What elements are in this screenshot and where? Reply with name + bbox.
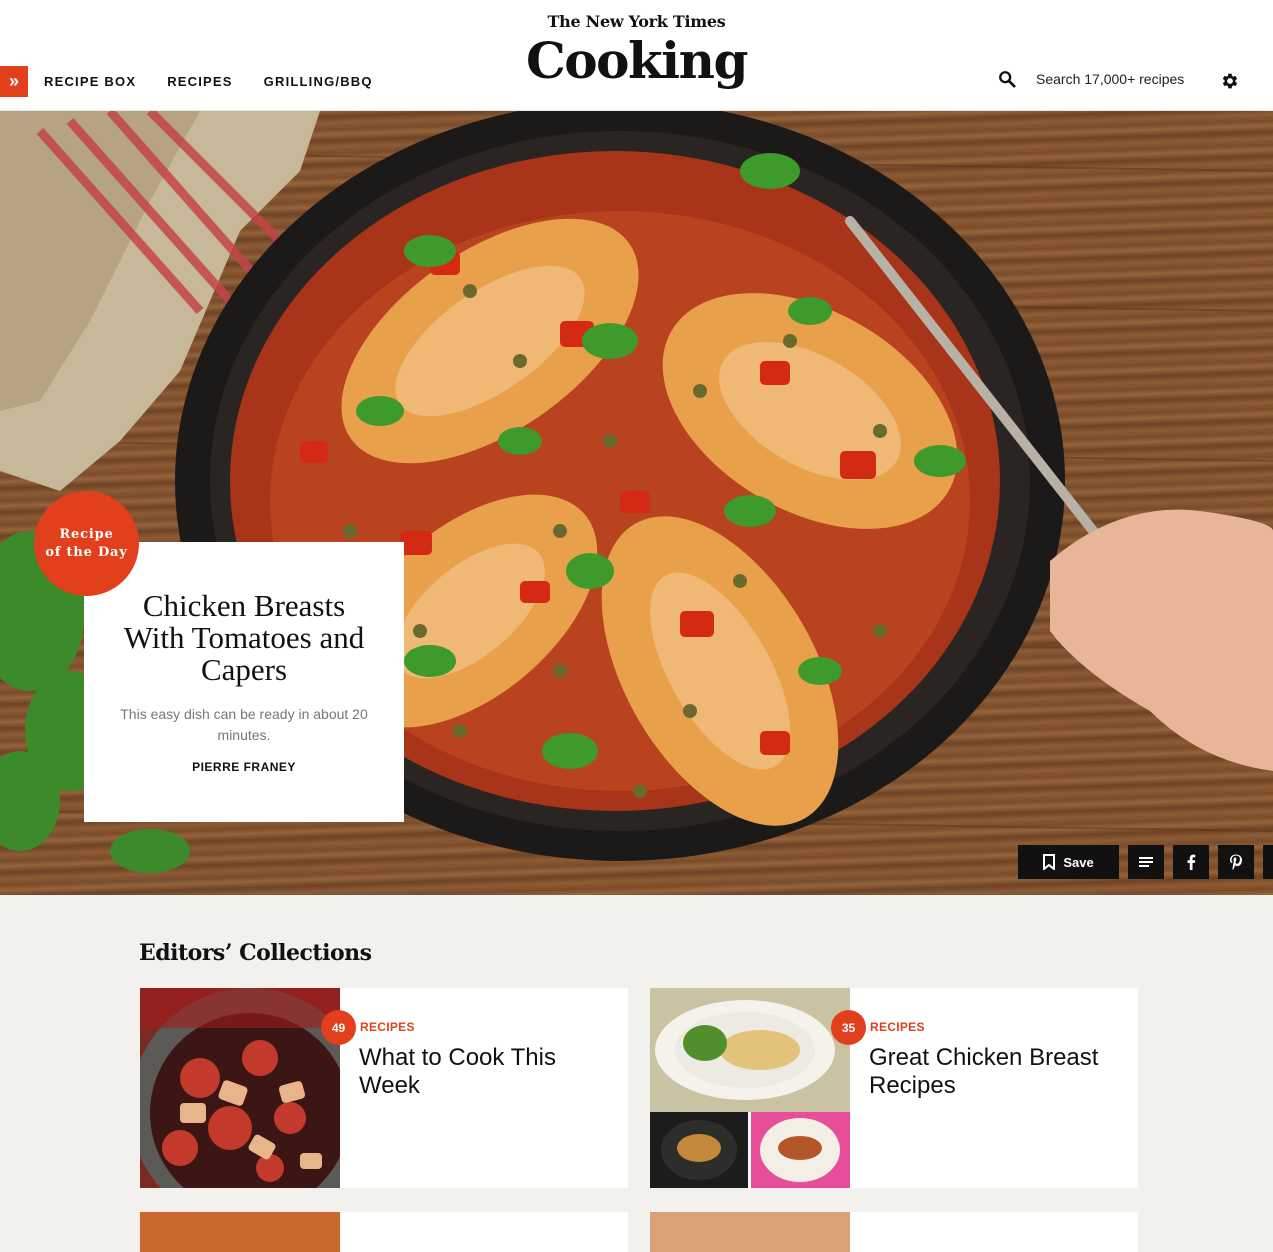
recipe-of-the-day-card[interactable]: Chicken Breasts With Tomatoes and Capers… xyxy=(84,542,404,822)
collection-card[interactable] xyxy=(650,1212,1138,1252)
recipe-title[interactable]: Chicken Breasts With Tomatoes and Capers xyxy=(110,590,378,686)
recipe-count-badge: 49 xyxy=(321,1010,356,1045)
search-input[interactable]: Search 17,000+ recipes xyxy=(1036,71,1184,87)
pinterest-icon xyxy=(1230,854,1242,870)
facebook-share-button[interactable] xyxy=(1173,845,1209,879)
search-icon xyxy=(999,71,1016,88)
share-button[interactable] xyxy=(1263,845,1273,879)
collection-kicker: RECIPES xyxy=(870,1020,925,1034)
collection-card[interactable] xyxy=(140,1212,628,1252)
recipe-actions: Save xyxy=(1018,845,1273,879)
collection-thumbnail xyxy=(650,1212,850,1252)
badge-line-1: Recipe xyxy=(59,526,114,542)
save-label: Save xyxy=(1063,854,1094,870)
nyt-logo[interactable]: The New York Times xyxy=(0,12,1273,31)
collection-kicker: RECIPES xyxy=(360,1020,415,1034)
site-header: » RECIPE BOX RECIPES GRILLING/BBQ The Ne… xyxy=(0,0,1273,111)
pinterest-share-button[interactable] xyxy=(1218,845,1254,879)
collection-thumbnail xyxy=(140,988,340,1188)
collection-thumbnail xyxy=(140,1212,340,1252)
collection-title[interactable]: What to Cook This Week xyxy=(359,1044,614,1100)
collection-card[interactable]: 35 RECIPES Great Chicken Breast Recipes xyxy=(650,988,1138,1188)
recipe-of-the-day-badge: Recipe of the Day xyxy=(34,491,139,596)
badge-line-2: of the Day xyxy=(45,544,128,560)
list-icon xyxy=(1139,857,1153,867)
hero-recipe-of-the-day[interactable]: Chicken Breasts With Tomatoes and Capers… xyxy=(0,111,1273,895)
collection-thumbnail xyxy=(650,988,850,1188)
bookmark-icon xyxy=(1043,854,1056,870)
recipe-description: This easy dish can be ready in about 20 … xyxy=(120,706,368,743)
search-box[interactable]: Search 17,000+ recipes xyxy=(998,70,1184,88)
collection-title[interactable]: Great Chicken Breast Recipes xyxy=(869,1044,1124,1100)
gear-icon[interactable] xyxy=(1220,71,1240,91)
save-button[interactable]: Save xyxy=(1018,845,1119,879)
collection-card[interactable]: 49 RECIPES What to Cook This Week xyxy=(140,988,628,1188)
recipe-count-badge: 35 xyxy=(831,1010,866,1045)
recipe-author[interactable]: PIERRE FRANEY xyxy=(110,760,378,774)
section-title-editors-collections: Editors’ Collections xyxy=(139,940,372,966)
facebook-icon xyxy=(1187,854,1196,870)
add-to-list-button[interactable] xyxy=(1128,845,1164,879)
